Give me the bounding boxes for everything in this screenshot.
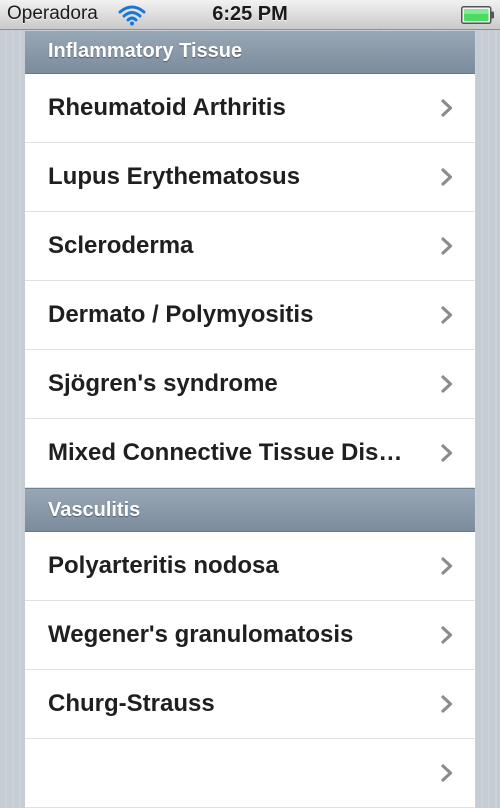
row-label: Churg-Strauss — [48, 690, 215, 717]
table-view[interactable]: Inflammatory Tissue Rheumatoid Arthritis L… — [25, 31, 475, 808]
status-bar: Operadora 6:25 PM — [0, 0, 500, 30]
row-label: Lupus Erythematosus — [48, 163, 301, 190]
battery-full-icon — [461, 6, 494, 24]
table-row[interactable]: Dermato / Polymyositis — [25, 281, 475, 350]
row-label: Dermato / Polymyositis — [48, 301, 314, 328]
chevron-right-icon — [441, 764, 453, 782]
chevron-right-icon — [441, 557, 453, 575]
row-label: Mixed Connective Tissue Dis… — [48, 439, 403, 466]
row-label: Sjögren's syndrome — [48, 370, 278, 397]
table-row[interactable]: Churg-Strauss — [25, 670, 475, 739]
section-header: Vasculitis — [25, 488, 475, 532]
row-label: Scleroderma — [48, 232, 194, 259]
table-row[interactable]: Sjögren's syndrome — [25, 350, 475, 419]
chevron-right-icon — [441, 168, 453, 186]
row-label: Polyarteritis nodosa — [48, 552, 279, 579]
section-header: Inflammatory Tissue — [25, 31, 475, 74]
chevron-right-icon — [441, 99, 453, 117]
row-label: Wegener's granulomatosis — [48, 621, 354, 648]
table-row[interactable]: Rheumatoid Arthritis — [25, 74, 475, 143]
chevron-right-icon — [441, 375, 453, 393]
table-row[interactable]: Lupus Erythematosus — [25, 143, 475, 212]
chevron-right-icon — [441, 237, 453, 255]
table-row[interactable] — [25, 739, 475, 808]
chevron-right-icon — [441, 626, 453, 644]
status-time: 6:25 PM — [212, 3, 288, 25]
table-row[interactable]: Wegener's granulomatosis — [25, 601, 475, 670]
chevron-right-icon — [441, 695, 453, 713]
chevron-right-icon — [441, 444, 453, 462]
chevron-right-icon — [441, 306, 453, 324]
table-row[interactable]: Scleroderma — [25, 212, 475, 281]
section-header-label: Vasculitis — [48, 499, 141, 521]
table-row[interactable]: Polyarteritis nodosa — [25, 532, 475, 601]
row-label: Rheumatoid Arthritis — [48, 94, 286, 121]
table-row[interactable]: Mixed Connective Tissue Dis… — [25, 419, 475, 488]
section-header-label: Inflammatory Tissue — [48, 40, 243, 62]
